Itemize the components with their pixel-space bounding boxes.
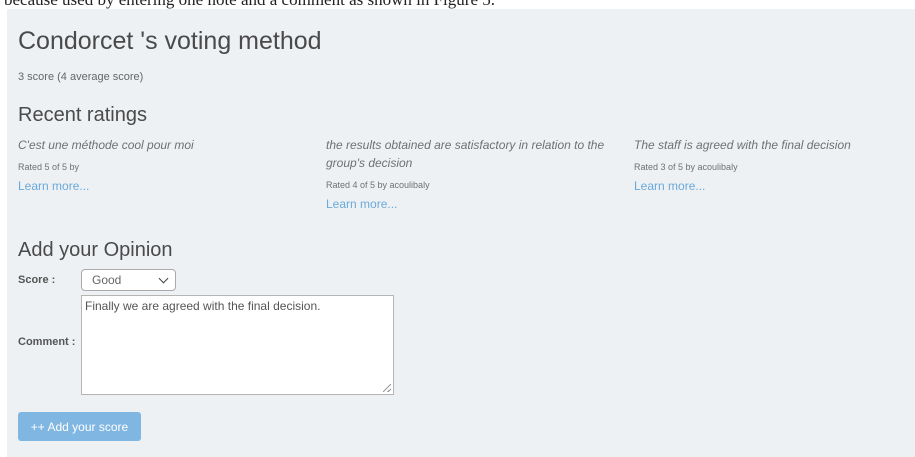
comment-label: Comment : (18, 336, 76, 348)
chevron-down-icon (158, 273, 169, 284)
figure-caption-fragment: because used by entering one note and a … (0, 0, 915, 9)
add-score-button[interactable]: ++ Add your score (18, 412, 141, 441)
rating-comment: the results obtained are satisfactory in… (326, 138, 605, 170)
rating-item-1: C'est une méthode cool pour moi Rated 5 … (18, 136, 298, 195)
rating-item-3: The staff is agreed with the final decis… (634, 136, 914, 195)
score-label: Score : (18, 274, 56, 286)
learn-more-link[interactable]: Learn more... (634, 179, 705, 193)
score-select-value: Good (92, 273, 122, 287)
rating-comment: The staff is agreed with the final decis… (634, 138, 851, 152)
resize-handle-icon[interactable] (383, 384, 391, 392)
rating-item-2: the results obtained are satisfactory in… (326, 136, 616, 213)
rating-panel: Condorcet 's voting method 3 score (4 av… (7, 9, 915, 457)
comment-textarea[interactable]: Finally we are agreed with the final dec… (81, 295, 394, 395)
recent-ratings-heading: Recent ratings (18, 104, 147, 126)
rating-meta: Rated 4 of 5 by acoulibaly (326, 180, 430, 190)
rating-meta: Rated 3 of 5 by acoulibaly (634, 162, 738, 172)
learn-more-link[interactable]: Learn more... (18, 179, 89, 193)
page-title: Condorcet 's voting method (18, 27, 322, 55)
score-select[interactable]: Good (81, 269, 176, 291)
learn-more-link[interactable]: Learn more... (326, 197, 397, 211)
rating-meta: Rated 5 of 5 by (18, 162, 80, 172)
rating-comment: C'est une méthode cool pour moi (18, 138, 194, 152)
add-opinion-heading: Add your Opinion (18, 239, 173, 261)
average-score: 3 score (4 average score) (18, 71, 144, 83)
comment-text: Finally we are agreed with the final dec… (85, 299, 321, 313)
